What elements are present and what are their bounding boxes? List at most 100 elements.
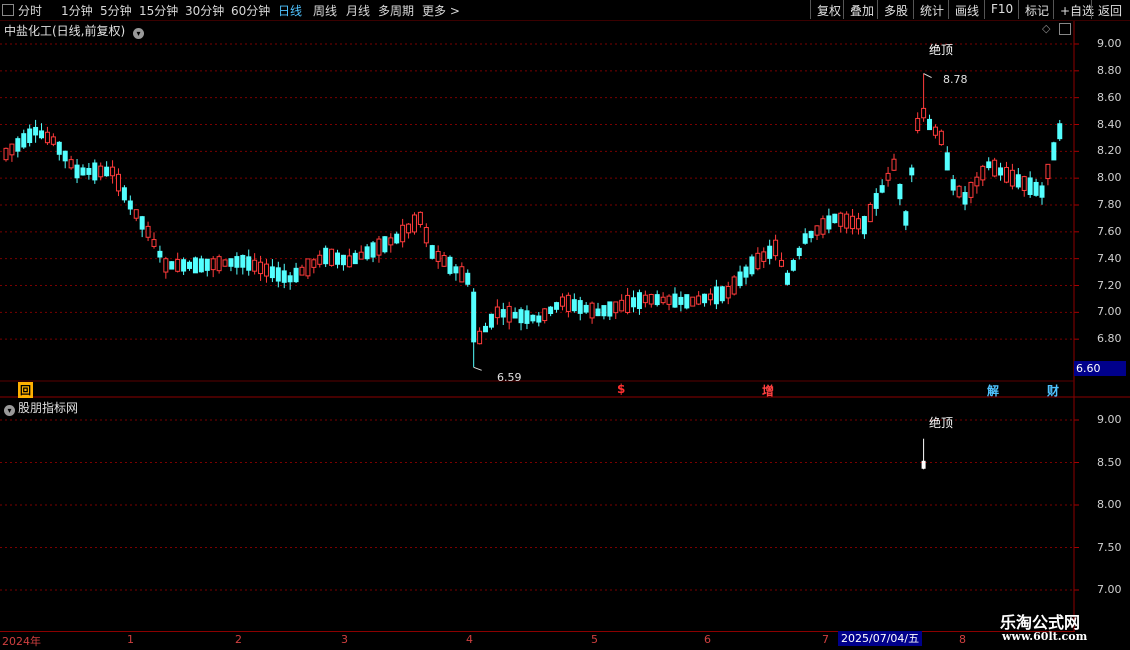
date-label: 2 — [235, 633, 242, 646]
panel-toggle-icon[interactable] — [1059, 23, 1071, 35]
candle — [275, 261, 281, 288]
candle — [145, 221, 151, 242]
chevron-down-icon[interactable]: ▾ — [4, 405, 15, 416]
event-tag-jie[interactable]: 解 — [987, 382, 999, 399]
candle — [867, 202, 873, 223]
candle — [861, 215, 867, 239]
high-marker — [923, 73, 932, 78]
candle — [151, 232, 157, 249]
candle — [281, 263, 287, 289]
price-tick-label: 7.40 — [1097, 251, 1122, 265]
candle — [962, 186, 968, 211]
candle — [731, 275, 737, 296]
candle — [21, 129, 27, 149]
price-tick-label: 8.40 — [1097, 117, 1122, 131]
candle — [33, 119, 39, 143]
chevron-down-icon[interactable]: ▾ — [133, 28, 145, 39]
event-tag-cai[interactable]: 财 — [1047, 382, 1059, 399]
candle — [879, 179, 885, 194]
candle — [915, 112, 921, 134]
candle — [39, 123, 45, 140]
candle — [577, 296, 583, 321]
indicator-tick-label: 8.50 — [1097, 455, 1122, 469]
candle — [394, 231, 400, 245]
candle — [542, 308, 548, 324]
candle — [855, 212, 861, 235]
candle — [595, 302, 601, 317]
candle — [536, 312, 542, 327]
candle — [909, 164, 915, 183]
candle — [234, 252, 240, 275]
candle — [411, 212, 417, 235]
candle — [1009, 163, 1015, 190]
candle — [1015, 167, 1021, 190]
indicator-tick-label: 7.00 — [1097, 583, 1122, 596]
candle — [50, 133, 56, 147]
candle — [773, 234, 779, 261]
candle — [488, 313, 494, 330]
candle — [44, 126, 50, 145]
price-tick-label: 8.60 — [1097, 90, 1122, 104]
candlestick-chart[interactable] — [0, 0, 1130, 650]
candle — [631, 290, 637, 313]
event-tag-hui[interactable]: 回 — [18, 382, 33, 398]
candle — [832, 213, 838, 224]
candle — [885, 166, 891, 187]
candle — [311, 257, 317, 274]
candle — [56, 141, 62, 161]
candle — [968, 181, 974, 204]
candle — [790, 258, 796, 272]
candle — [127, 195, 133, 215]
candle — [808, 230, 814, 243]
candle — [459, 262, 465, 283]
candle — [299, 264, 305, 276]
candle — [1021, 175, 1027, 197]
indicator-tick-label: 8.00 — [1097, 498, 1122, 511]
candle — [187, 260, 193, 271]
candle — [222, 259, 228, 267]
candle — [157, 245, 163, 263]
candle — [477, 327, 483, 345]
candle — [388, 233, 394, 253]
candle — [104, 161, 110, 177]
candle — [684, 294, 690, 310]
candle — [613, 301, 619, 319]
price-tick-label: 7.80 — [1097, 198, 1122, 211]
candle — [86, 163, 92, 180]
date-label: 4 — [466, 633, 473, 646]
candle — [15, 136, 21, 158]
candle — [329, 248, 335, 267]
candle — [110, 160, 116, 184]
candle — [1045, 163, 1051, 186]
candle — [68, 155, 74, 170]
candle — [648, 293, 654, 308]
event-tag-dividend[interactable]: $ — [617, 382, 625, 396]
candle — [192, 256, 198, 274]
indicator-tick-label: 7.50 — [1097, 540, 1122, 554]
candle — [471, 288, 477, 368]
date-label: 1 — [127, 633, 134, 646]
candle — [719, 285, 725, 304]
candle — [80, 164, 86, 176]
candle — [707, 288, 713, 306]
candle — [713, 279, 719, 310]
candle — [1057, 119, 1063, 142]
candle — [352, 250, 358, 265]
candle — [796, 246, 802, 260]
candle — [583, 302, 589, 314]
candle — [263, 258, 269, 283]
diamond-icon[interactable]: ◇ — [1042, 22, 1050, 35]
indicator-signal-bar — [921, 438, 926, 470]
candle — [62, 150, 68, 169]
candle — [506, 301, 512, 330]
candle — [672, 287, 678, 308]
event-tag-zeng[interactable]: 增 — [762, 382, 774, 399]
candle — [500, 302, 506, 325]
candle — [784, 270, 790, 286]
candle — [980, 164, 986, 186]
candle — [1051, 141, 1057, 161]
candle — [660, 292, 666, 305]
candle — [589, 301, 595, 324]
date-label: 3 — [341, 633, 348, 646]
candle — [175, 252, 181, 273]
